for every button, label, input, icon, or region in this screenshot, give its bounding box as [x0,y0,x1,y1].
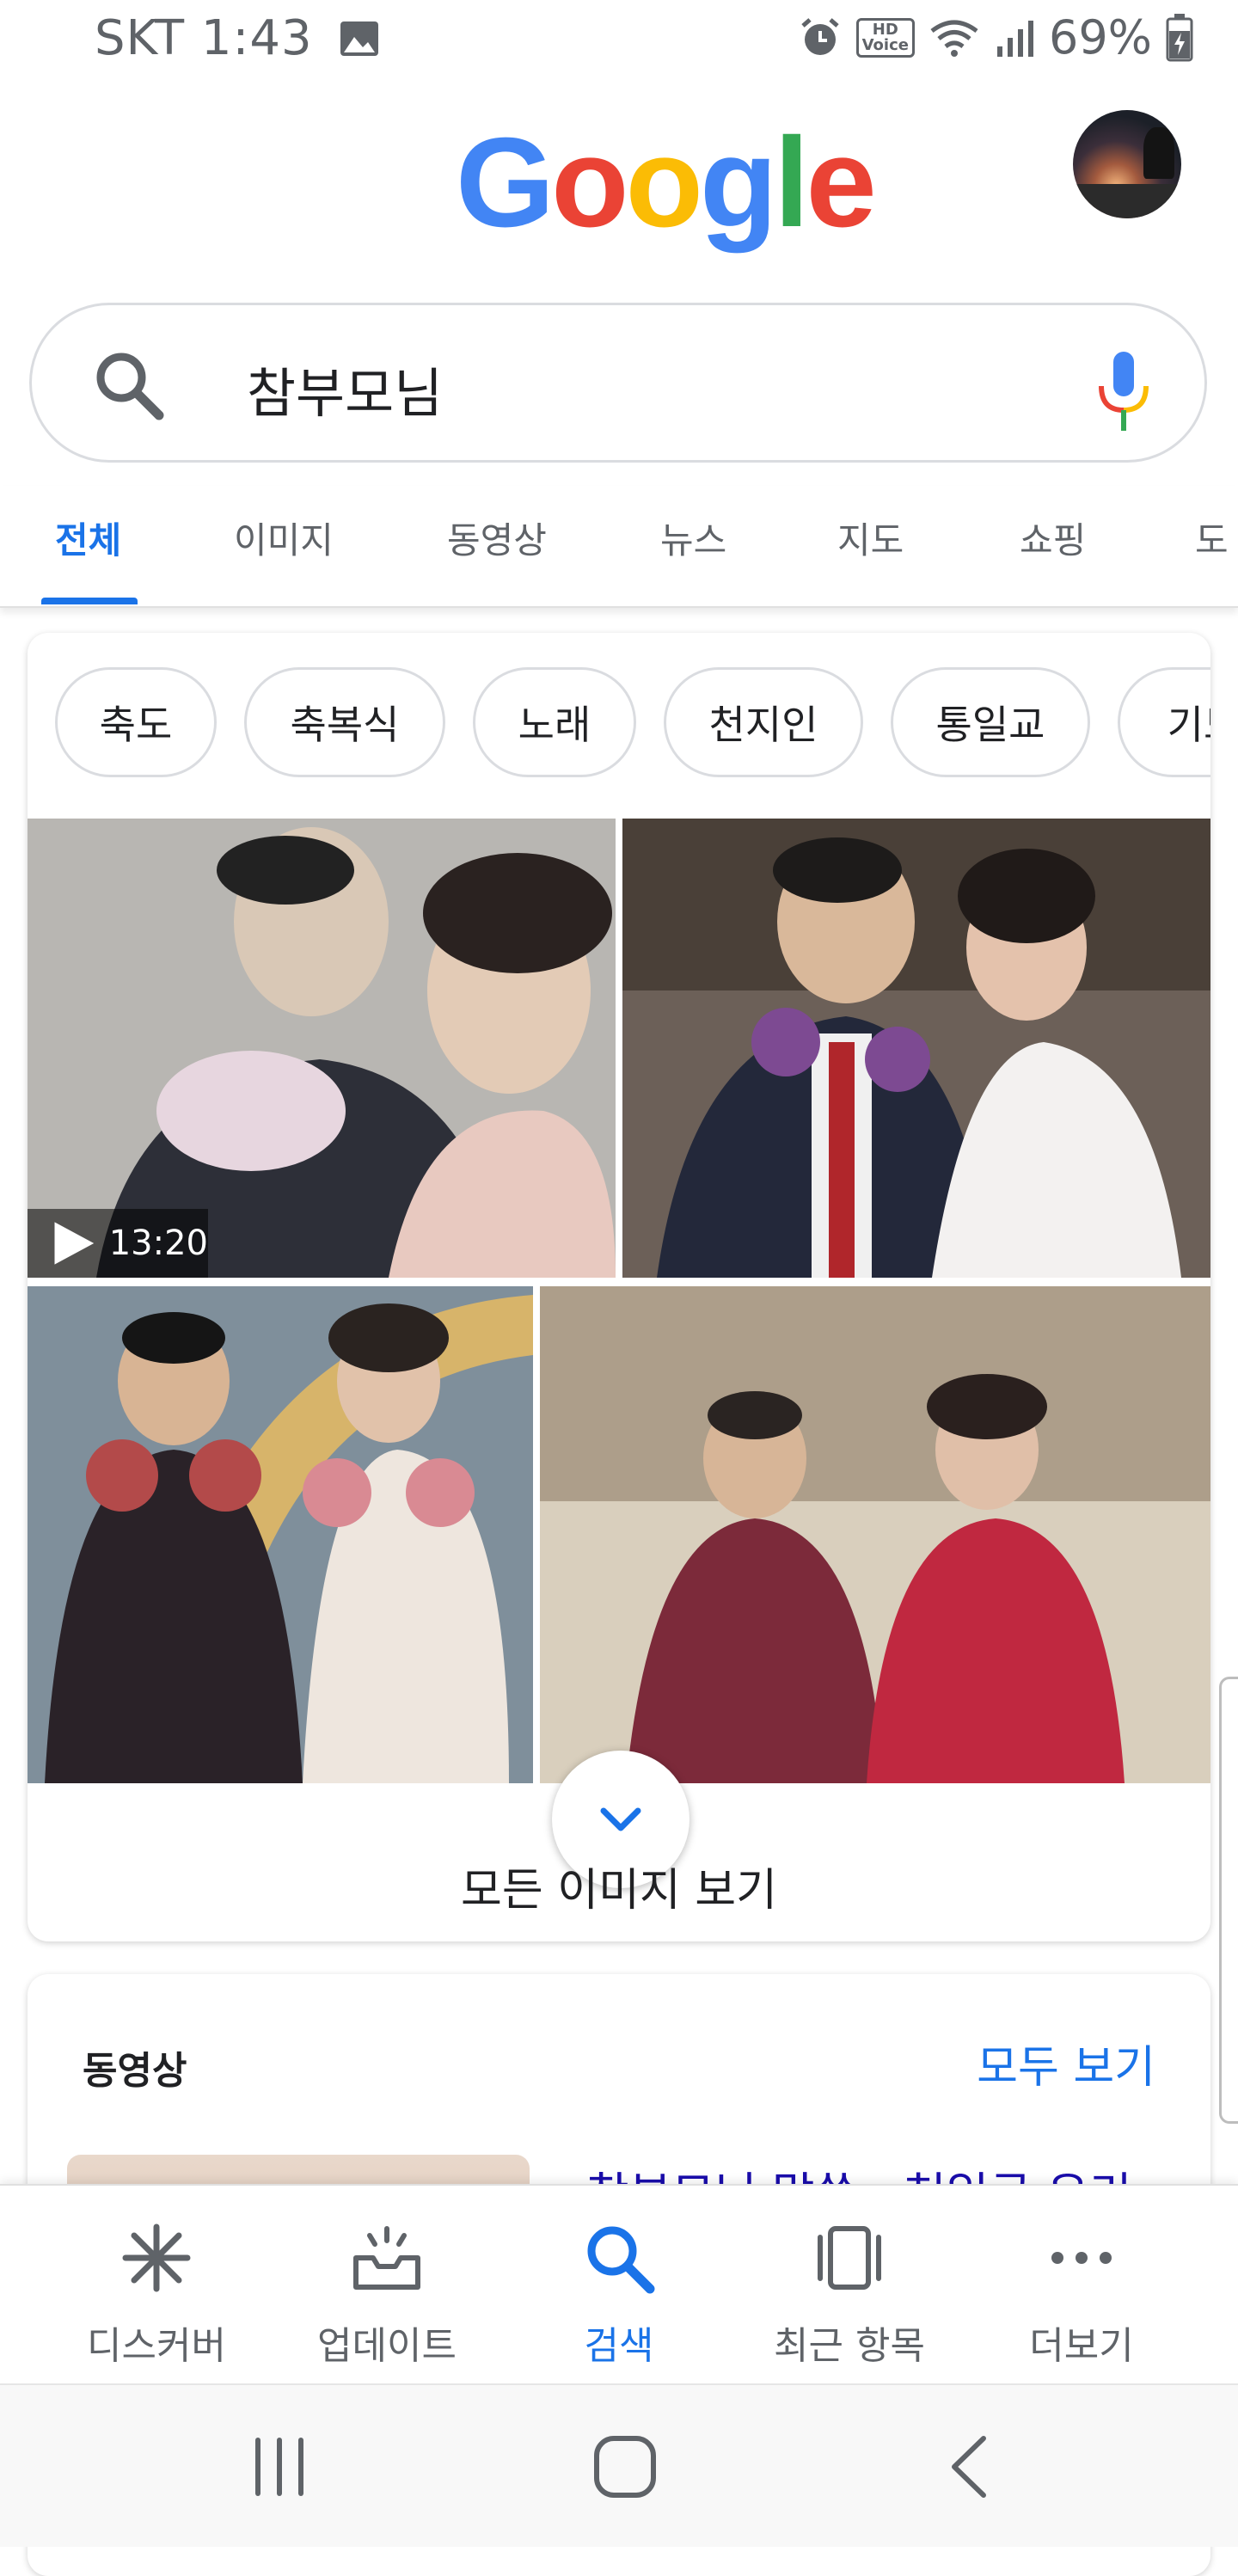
play-icon [54,1222,95,1265]
system-navigation-bar [0,2383,1238,2547]
image-results-card: 축도 축복식 노래 천지인 통일교 기도 13:20 [28,633,1210,1941]
bottom-navigation: 디스커버 업데이트 검색 최근 항목 더보기 [0,2184,1238,2383]
tab-images[interactable]: 이미지 [234,512,334,564]
battery-charging-icon [1166,13,1193,61]
logo-letter: o [551,112,628,254]
nav-label: 검색 [584,2324,654,2368]
nav-discover[interactable]: 디스커버 [33,2186,280,2383]
image-thumbnail [622,819,1210,1278]
chip-unification-church[interactable]: 통일교 [891,667,1090,777]
scroll-handle[interactable] [1219,1677,1238,2124]
hd-voice-badge: HD Voice [855,17,915,58]
tab-shopping[interactable]: 쇼핑 [1020,512,1086,564]
asterisk-discover-icon [122,2223,191,2292]
image-result-4[interactable] [540,1286,1210,1783]
alarm-icon [800,17,839,55]
back-icon[interactable] [932,2428,1009,2505]
tab-maps[interactable]: 지도 [837,512,904,564]
chip-prayer[interactable]: 기도 [1118,667,1210,777]
tab-more[interactable]: 도 [1195,512,1229,564]
status-right: HD Voice 69% [798,10,1193,64]
home-icon[interactable] [586,2428,664,2505]
nav-label: 업데이트 [317,2324,457,2368]
tray-updates-icon [353,2226,420,2290]
image-thumbnail [540,1286,1210,1783]
image-thumbnail [28,1286,533,1783]
image-result-3[interactable] [28,1286,533,1783]
chip-cheonjiin[interactable]: 천지인 [664,667,863,777]
signal-icon [996,20,1033,57]
recent-cards-icon [818,2226,881,2290]
chip-song[interactable]: 노래 [473,667,636,777]
search-tabs: 전체 이미지 동영상 뉴스 지도 쇼핑 도 [0,486,1238,608]
chevron-down-icon [600,1807,641,1831]
wifi-icon [930,20,978,57]
recent-apps-icon[interactable] [241,2428,318,2505]
search-icon [587,2226,655,2294]
gallery-notification-icon [340,21,378,56]
search-box[interactable]: 참부모님 [29,303,1207,463]
image-result-1[interactable]: 13:20 [28,819,616,1278]
see-all-images-link[interactable]: 모든 이미지 보기 [28,1854,1210,1918]
account-avatar[interactable] [1073,110,1181,218]
logo-letter: l [774,112,809,254]
nav-more[interactable]: 더보기 [958,2186,1205,2383]
logo-letter: e [806,112,876,254]
status-bar: SKT 1:43 HD Voice 69% [0,0,1238,86]
logo-letter: G [456,112,555,254]
nav-search[interactable]: 검색 [495,2186,743,2383]
tab-all[interactable]: 전체 [55,512,121,564]
nav-updates[interactable]: 업데이트 [263,2186,511,2383]
tab-videos[interactable]: 동영상 [447,512,547,564]
google-logo: Google [456,110,877,256]
chip-blessing-prayer[interactable]: 축도 [55,667,217,777]
status-left: SKT 1:43 [95,10,380,66]
nav-label: 디스커버 [87,2324,226,2368]
logo-letter: o [625,112,703,254]
tab-news[interactable]: 뉴스 [660,512,726,564]
videos-section-title: 동영상 [83,2049,187,2093]
active-tab-indicator [41,598,138,604]
microphone-icon[interactable] [1089,350,1158,432]
nav-recent[interactable]: 최근 항목 [726,2186,973,2383]
video-duration-badge: 13:20 [28,1209,208,1278]
search-icon [96,353,164,420]
battery-percent: 69% [1048,10,1152,64]
chip-blessing-ceremony[interactable]: 축복식 [244,667,445,777]
search-query[interactable]: 참부모님 [247,350,443,427]
carrier-time: SKT 1:43 [95,10,313,66]
nav-label: 최근 항목 [774,2324,925,2368]
nav-label: 더보기 [1029,2324,1134,2368]
logo-letter: g [699,112,777,254]
more-dots-icon [1051,2252,1112,2264]
videos-see-all-link[interactable]: 모두 보기 [977,2031,1155,2095]
image-result-2[interactable] [622,819,1210,1278]
